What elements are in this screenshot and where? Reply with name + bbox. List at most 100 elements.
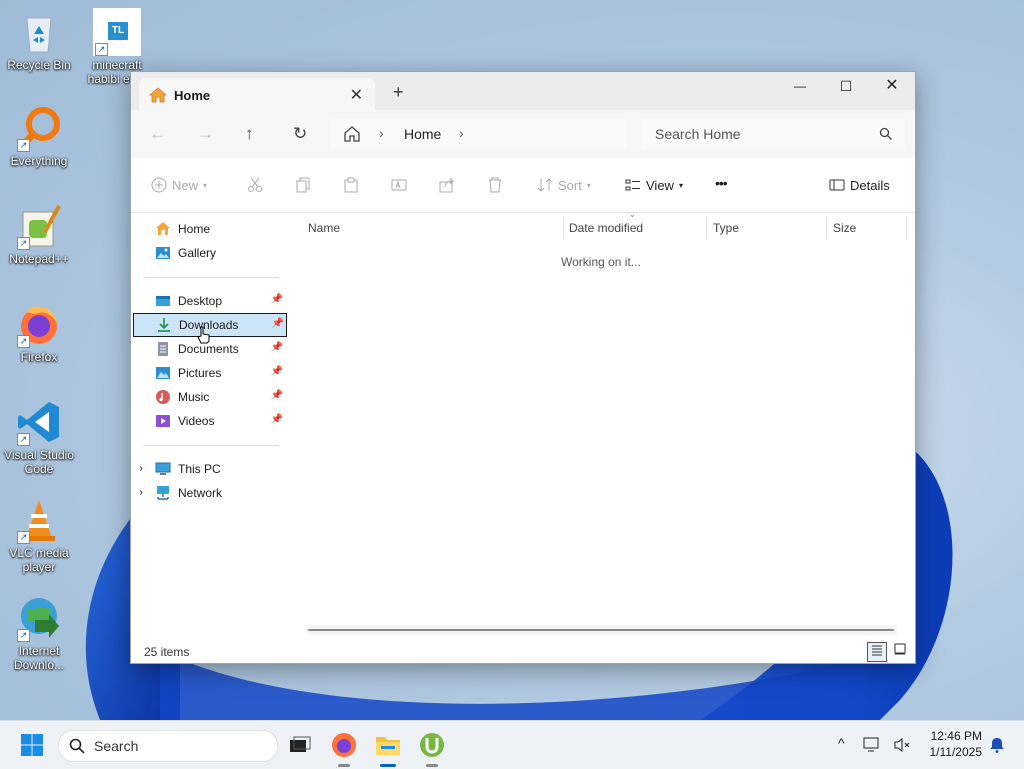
pin-icon[interactable]: 📌 [271, 342, 283, 353]
paste-button[interactable] [343, 177, 359, 193]
clock-time: 12:46 PM [930, 729, 982, 743]
breadcrumb-separator-icon[interactable]: › [379, 125, 384, 141]
close-window-button[interactable]: ✕ [869, 72, 915, 102]
navigation-bar: ← → ↑ ↻ › Home › [131, 110, 915, 158]
view-button[interactable]: View ▾ [625, 177, 683, 193]
sidebar-item-videos[interactable]: Videos 📌 [133, 410, 285, 432]
details-view-icon [872, 645, 882, 656]
pin-icon[interactable]: 📌 [271, 390, 283, 401]
sidebar-item-desktop[interactable]: Desktop 📌 [133, 290, 285, 312]
close-tab-icon[interactable]: ✕ [350, 85, 363, 105]
desktop-icon-recycle-bin[interactable]: Recycle Bin [1, 8, 77, 72]
column-divider[interactable] [906, 217, 907, 239]
pin-icon[interactable]: 📌 [271, 366, 283, 377]
column-header-type[interactable]: Type [713, 221, 739, 235]
pc-icon [155, 461, 171, 477]
share-button[interactable] [439, 177, 455, 193]
videos-icon [155, 413, 171, 429]
taskbar-firefox[interactable] [328, 729, 360, 767]
sidebar-item-label: Desktop [178, 294, 223, 308]
new-button[interactable]: New ▾ [151, 177, 207, 193]
more-options-button[interactable]: ••• [715, 175, 728, 191]
expand-chevron-icon[interactable]: › [139, 485, 143, 499]
sidebar-item-network[interactable]: › Network [133, 482, 285, 504]
desktop-icon-idm[interactable]: ↗ Internet Downlo... [1, 594, 77, 672]
taskbar-search-box[interactable]: Search [58, 730, 278, 762]
taskbar-file-explorer[interactable] [372, 729, 404, 767]
taskbar-utorrent[interactable] [416, 729, 448, 767]
new-tab-button[interactable]: + [393, 82, 404, 103]
home-icon [155, 221, 171, 237]
ellipsis-icon: ••• [715, 175, 728, 191]
minimize-button[interactable]: — [777, 72, 823, 102]
maximize-button[interactable]: ☐ [823, 72, 869, 102]
file-explorer-window: Home ✕ + — ☐ ✕ ← → ↑ ↻ › Home › Ne [130, 71, 916, 664]
sidebar-item-pictures[interactable]: Pictures 📌 [133, 362, 285, 384]
desktop-icon-firefox[interactable]: ↗ Firefox [1, 300, 77, 364]
desktop-icon-vscode[interactable]: ↗ Visual Studio Code [1, 398, 77, 476]
rename-button[interactable] [391, 177, 407, 193]
details-pane-icon [829, 179, 845, 191]
breadcrumb-home[interactable]: Home [404, 126, 441, 142]
search-input[interactable] [653, 125, 867, 143]
column-divider[interactable] [563, 217, 564, 239]
sidebar-item-label: This PC [178, 462, 221, 476]
search-box[interactable] [641, 119, 905, 149]
horizontal-scrollbar[interactable] [307, 625, 897, 635]
view-list-icon [625, 179, 640, 191]
sidebar-item-this-pc[interactable]: › This PC [133, 458, 285, 480]
column-header-size[interactable]: Size [833, 221, 856, 235]
system-clock[interactable]: 12:46 PM 1/11/2025 [930, 728, 983, 760]
home-outline-icon[interactable] [343, 125, 361, 146]
desktop-icon-label: Everything [10, 154, 68, 168]
back-button[interactable]: ← [149, 124, 166, 144]
sort-label: Sort [558, 177, 582, 193]
refresh-button[interactable]: ↻ [293, 124, 307, 144]
utorrent-icon [420, 733, 444, 757]
expand-chevron-icon[interactable]: › [139, 461, 143, 475]
details-view-button[interactable] [867, 642, 887, 662]
details-button[interactable]: Details [829, 177, 890, 193]
column-divider[interactable] [706, 217, 707, 239]
desktop-icon-notepadpp[interactable]: ↗ Notepad++ [1, 202, 77, 266]
address-bar[interactable]: › Home › [331, 119, 627, 149]
column-header-date-modified[interactable]: Date modified [569, 221, 643, 235]
desktop-icon-everything[interactable]: ↗ Everything [1, 104, 77, 168]
column-header-name[interactable]: Name [308, 221, 340, 235]
show-hidden-icons-button[interactable]: ^ [838, 735, 845, 751]
desktop-icon-label: Internet Downlo... [13, 644, 65, 672]
column-divider[interactable] [826, 217, 827, 239]
search-icon[interactable] [879, 127, 893, 144]
tl-icon: TL [108, 22, 128, 40]
volume-muted-icon[interactable] [892, 735, 912, 755]
sidebar-item-gallery[interactable]: Gallery [133, 242, 285, 264]
up-button[interactable]: ↑ [245, 124, 254, 144]
chevron-down-icon: ▾ [678, 180, 683, 190]
task-view-icon [290, 736, 311, 752]
new-label: New [172, 177, 199, 193]
cut-button[interactable] [247, 177, 263, 193]
pin-icon[interactable]: 📌 [271, 414, 283, 425]
pin-icon[interactable]: 📌 [272, 318, 284, 329]
sidebar-item-home[interactable]: Home [133, 218, 285, 240]
sidebar-item-music[interactable]: Music 📌 [133, 386, 285, 408]
notification-bell-icon[interactable] [988, 736, 1006, 754]
active-indicator [380, 764, 396, 767]
delete-button[interactable] [487, 177, 503, 193]
scrollbar-thumb[interactable] [308, 629, 894, 631]
tab-home[interactable]: Home ✕ [139, 78, 375, 110]
pin-icon[interactable]: 📌 [271, 294, 283, 305]
desktop-icon-vlc[interactable]: ↗ VLC media player [1, 496, 77, 574]
start-button[interactable] [16, 729, 48, 761]
taskbar: Search ^ 12:46 PM 1/11/2025 [0, 720, 1024, 769]
breadcrumb-separator-icon[interactable]: › [459, 125, 464, 141]
divider [143, 445, 279, 446]
forward-button[interactable]: → [197, 124, 214, 144]
task-view-button[interactable] [284, 729, 316, 761]
sort-button[interactable]: Sort ▾ [537, 177, 591, 193]
shortcut-arrow-icon: ↗ [95, 43, 108, 56]
copy-button[interactable] [295, 177, 311, 193]
network-status-icon[interactable] [862, 735, 882, 755]
tiles-view-button[interactable] [891, 642, 909, 660]
copy-icon [296, 177, 310, 193]
